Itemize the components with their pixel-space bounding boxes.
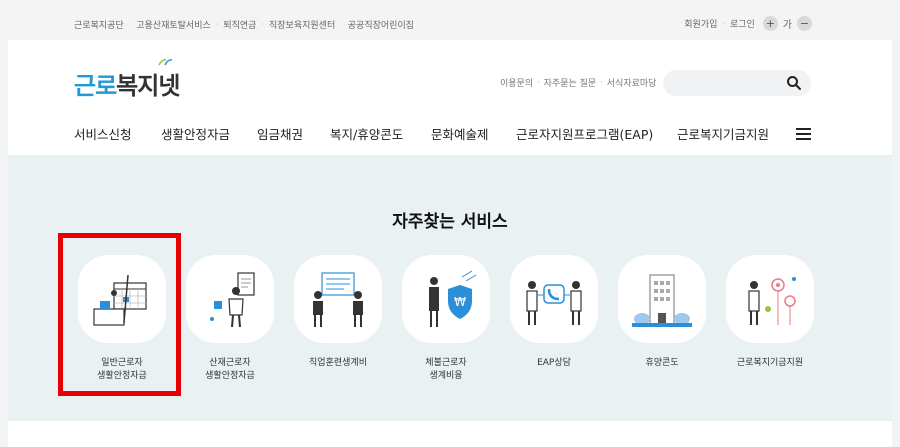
service-label-line2: 생활안정자금 <box>205 371 255 381</box>
separator-dot: · <box>340 20 343 29</box>
utility-bar: 근로복지공단 · 고용산재토탈서비스 · 퇴직연금 · 직장보육지원센터 · 공… <box>8 8 892 40</box>
utility-link-childcare-center[interactable]: 직장보육지원센터 <box>269 18 335 31</box>
logo-text-dark: 복지넷 <box>116 72 180 100</box>
utility-link-comwel[interactable]: 근로복지공단 <box>74 18 124 31</box>
service-label-line1: 직업훈련생계비 <box>309 358 367 368</box>
nav-item-welfare-condo[interactable]: 복지/휴양콘도 <box>330 124 403 143</box>
header-links: 이용문의 · 자주묻는 질문 · 서식자료마당 <box>500 76 656 89</box>
service-label: 근로복지기금지원 <box>722 357 818 370</box>
logo-leaf-icon <box>158 59 173 66</box>
building-icon <box>632 274 692 327</box>
utility-right: 회원가입 · 로그인 + 가 − <box>684 16 812 31</box>
service-card[interactable] <box>618 255 706 343</box>
header-link-forms[interactable]: 서식자료마당 <box>607 76 657 89</box>
separator-dot: · <box>215 20 219 29</box>
search-input[interactable] <box>675 74 775 92</box>
document-person-icon <box>210 272 255 328</box>
bottom-strip <box>8 421 892 447</box>
menu-icon[interactable] <box>796 128 811 142</box>
header-link-inquiry[interactable]: 이용문의 <box>500 76 533 89</box>
service-label-line1: 산재근로자 <box>209 358 251 368</box>
menu-bar <box>796 138 811 140</box>
font-increase-button[interactable]: + <box>762 16 778 31</box>
nav-item-wage-claim[interactable]: 임금채권 <box>257 124 303 143</box>
flower-person-icon <box>748 277 796 325</box>
main-nav: 서비스신청 생활안정자금 임금채권 복지/휴양콘도 문화예술제 근로자지원프로그… <box>8 118 892 154</box>
service-card[interactable] <box>726 255 814 343</box>
service-item-unpaid-worker-loan[interactable]: ₩ 체불근로자 생계비융 <box>398 255 494 383</box>
service-item-resort-condo[interactable]: 휴양콘도 <box>614 255 710 370</box>
search-icon[interactable] <box>786 75 802 91</box>
nav-item-living-fund[interactable]: 생활안정자금 <box>161 124 230 143</box>
separator-dot: · <box>128 20 132 29</box>
separator-dot: · <box>722 19 725 28</box>
service-label: 체불근로자 생계비융 <box>398 357 494 383</box>
font-size-label: 가 <box>782 20 792 31</box>
join-link[interactable]: 회원가입 <box>684 17 717 30</box>
font-decrease-button[interactable]: − <box>797 16 812 31</box>
utility-link-total-service[interactable]: 고용산재토탈서비스 <box>136 18 211 31</box>
phone-counsel-icon <box>526 281 582 325</box>
page: 근로복지공단 · 고용산재토탈서비스 · 퇴직연금 · 직장보육지원센터 · 공… <box>8 8 892 447</box>
service-card[interactable] <box>294 255 382 343</box>
utility-link-pension[interactable]: 퇴직연금 <box>223 18 256 31</box>
service-card[interactable] <box>186 255 274 343</box>
service-label: 직업훈련생계비 <box>290 357 386 370</box>
highlight-box <box>58 233 181 396</box>
service-item-injured-worker-fund[interactable]: 산재근로자 생활안정자금 <box>182 255 278 383</box>
menu-bar <box>796 133 811 135</box>
login-link[interactable]: 로그인 <box>730 17 755 30</box>
header-link-faq[interactable]: 자주묻는 질문 <box>544 76 597 89</box>
separator-dot: · <box>537 78 540 87</box>
menu-bar <box>796 128 811 130</box>
section-title: 자주찾는 서비스 <box>392 212 508 232</box>
separator-dot: · <box>261 20 264 29</box>
svg-text:₩: ₩ <box>454 295 466 309</box>
nav-item-art-festival[interactable]: 문화예술제 <box>431 124 489 143</box>
search-box <box>663 70 811 96</box>
nav-item-welfare-fund[interactable]: 근로복지기금지원 <box>677 124 769 143</box>
logo-text-blue: 근로 <box>74 72 117 100</box>
service-label: 산재근로자 생활안정자금 <box>182 357 278 383</box>
service-label-line1: EAP상담 <box>537 358 571 368</box>
service-label: 휴양콘도 <box>614 357 710 370</box>
service-label-line2: 생계비융 <box>429 371 463 381</box>
service-card[interactable]: ₩ <box>402 255 490 343</box>
presentation-icon <box>313 272 363 327</box>
service-card[interactable] <box>510 255 598 343</box>
service-label-line1: 체불근로자 <box>425 358 467 368</box>
won-shield-icon: ₩ <box>429 270 477 327</box>
utility-link-daycare[interactable]: 공공직장어린이집 <box>348 18 414 31</box>
nav-item-eap[interactable]: 근로자지원프로그램(EAP) <box>516 124 653 143</box>
service-label: EAP상담 <box>506 357 602 370</box>
service-item-welfare-fund-support[interactable]: 근로복지기금지원 <box>722 255 818 370</box>
service-item-training-living-cost[interactable]: 직업훈련생계비 <box>290 255 386 370</box>
separator-dot: · <box>600 78 603 87</box>
service-item-eap-counseling[interactable]: EAP상담 <box>506 255 602 370</box>
site-logo[interactable]: 근로복지넷 <box>74 59 180 101</box>
service-label-line1: 근로복지기금지원 <box>736 358 804 368</box>
nav-item-service-apply[interactable]: 서비스신청 <box>74 124 132 143</box>
utility-links: 근로복지공단 · 고용산재토탈서비스 · 퇴직연금 · 직장보육지원센터 · 공… <box>74 18 414 31</box>
service-label-line1: 휴양콘도 <box>645 358 679 368</box>
